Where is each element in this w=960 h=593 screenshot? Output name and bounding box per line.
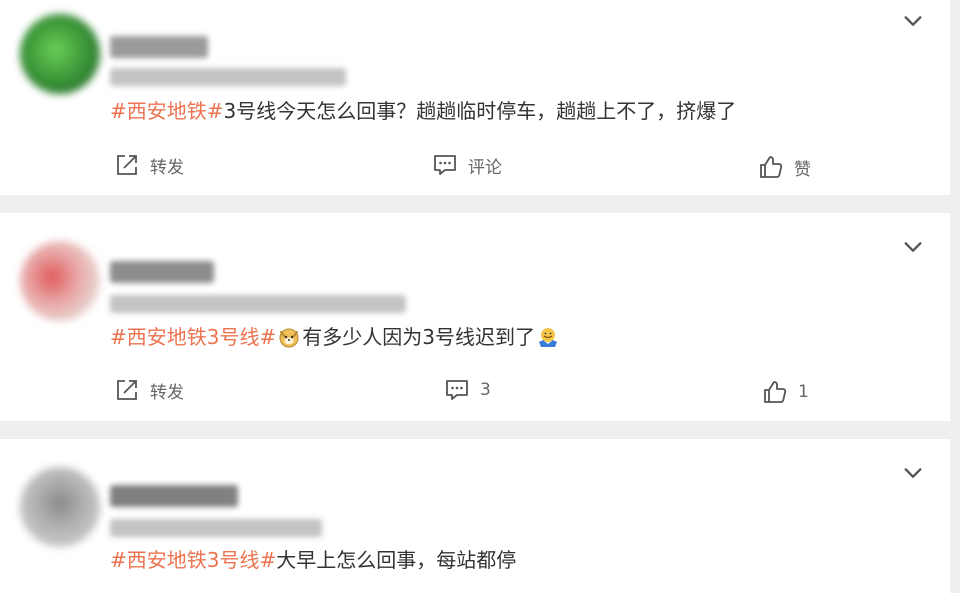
thumbs-up-icon: [760, 156, 783, 178]
post-meta-redacted: [110, 519, 322, 537]
username-redacted[interactable]: [110, 261, 214, 283]
post-meta-redacted: [110, 68, 346, 86]
repost-icon: [117, 380, 137, 400]
hashtag-link[interactable]: #西安地铁#: [110, 99, 224, 123]
repost-button[interactable]: 转发: [114, 377, 184, 403]
like-count: 1: [798, 382, 809, 402]
thumbs-up-icon: [764, 381, 787, 403]
post-body: 大早上怎么回事，每站都停: [276, 548, 517, 572]
doge-emoji-icon: [279, 328, 299, 348]
repost-label: 转发: [150, 157, 184, 178]
shrug-emoji-icon: [538, 328, 557, 347]
repost-label: 转发: [150, 382, 184, 403]
post-card: #西安地铁#3号线今天怎么回事？趟趟临时停车，趟趟上不了，挤爆了 转发 评论 赞: [0, 0, 950, 195]
username-redacted[interactable]: [110, 36, 208, 58]
comment-icon: [446, 380, 468, 400]
repost-button[interactable]: 转发: [114, 152, 184, 178]
comment-icon: [434, 155, 456, 175]
chevron-down-icon[interactable]: [902, 10, 924, 32]
post-body: 有多少人因为3号线迟到了: [302, 325, 535, 349]
comment-count: 3: [480, 380, 491, 400]
post-text: #西安地铁3号线#大早上怎么回事，每站都停: [110, 547, 516, 573]
comment-button[interactable]: 3: [444, 377, 491, 403]
comment-label: 评论: [468, 157, 502, 178]
post-body: 3号线今天怎么回事？趟趟临时停车，趟趟上不了，挤爆了: [223, 99, 737, 123]
comment-button[interactable]: 评论: [432, 152, 502, 178]
post-text: #西安地铁#3号线今天怎么回事？趟趟临时停车，趟趟上不了，挤爆了: [110, 98, 736, 124]
comment-feed: #西安地铁#3号线今天怎么回事？趟趟临时停车，趟趟上不了，挤爆了 转发 评论 赞…: [0, 0, 960, 593]
repost-icon: [117, 155, 137, 175]
post-text: #西安地铁3号线# 有多少人因为3号线迟到了: [110, 324, 561, 350]
like-label: 赞: [794, 159, 811, 180]
post-meta-redacted: [110, 295, 406, 313]
like-button[interactable]: 赞: [758, 154, 811, 180]
avatar[interactable]: [20, 14, 100, 94]
chevron-down-icon[interactable]: [902, 236, 924, 258]
username-redacted[interactable]: [110, 485, 238, 507]
post-card: #西安地铁3号线# 有多少人因为3号线迟到了 转发 3 1: [0, 213, 950, 421]
post-card: #西安地铁3号线#大早上怎么回事，每站都停: [0, 439, 950, 593]
hashtag-link[interactable]: #西安地铁3号线#: [110, 325, 276, 349]
avatar[interactable]: [20, 467, 100, 547]
like-button[interactable]: 1: [762, 379, 809, 405]
chevron-down-icon[interactable]: [902, 462, 924, 484]
hashtag-link[interactable]: #西安地铁3号线#: [110, 548, 276, 572]
avatar[interactable]: [20, 241, 100, 321]
